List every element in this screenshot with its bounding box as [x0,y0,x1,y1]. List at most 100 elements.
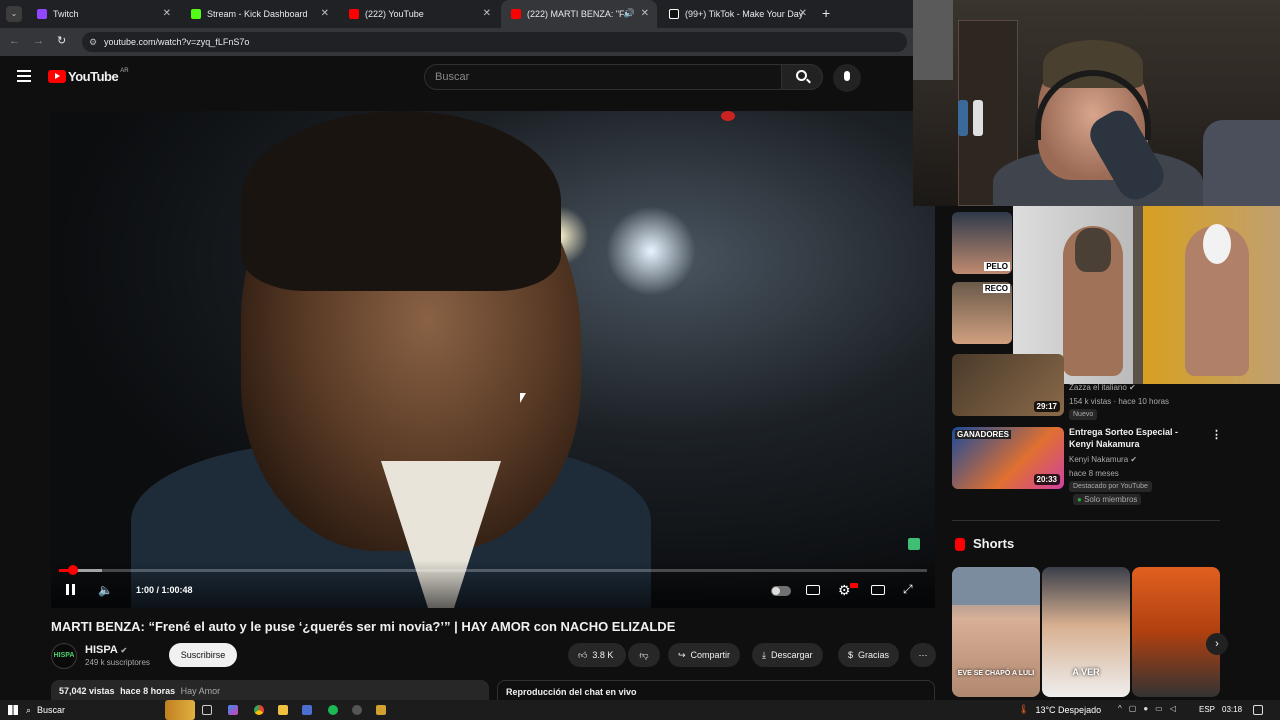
windows-start-icon[interactable] [8,705,18,715]
members-only-badge: ● Solo miembros [1073,494,1142,505]
close-icon[interactable]: ✕ [163,8,171,19]
thumb-text: GANADORES [955,430,1012,439]
tab-tiktok[interactable]: (99+) TikTok - Make Your Day ✕ [659,0,815,28]
forward-icon[interactable]: → [33,35,44,47]
pause-button[interactable] [66,584,75,598]
fullscreen-icon[interactable]: ⤢ [903,582,913,597]
tab-youtube[interactable]: (222) YouTube ✕ [339,0,499,28]
duration: 20:33 [1033,474,1060,485]
obs-icon[interactable] [352,705,362,715]
channel-avatar[interactable]: HISPA [51,643,77,669]
autoplay-toggle[interactable] [771,586,791,596]
channel-text: Zazza el italiano [1069,383,1127,392]
widget-icon[interactable] [165,700,195,720]
youtube-icon [511,9,521,19]
youtube-logo[interactable]: YouTube AR [48,68,129,84]
chevron-up-icon: ^ [1118,704,1122,713]
voice-search-button[interactable] [833,64,861,92]
verified-icon: ✔ [1129,383,1136,392]
store-icon[interactable] [302,705,312,715]
progress-bar[interactable] [59,565,927,575]
tab-label: (222) YouTube [365,9,424,19]
members-text: Solo miembros [1084,495,1138,504]
task-view-icon[interactable] [202,705,212,715]
thanks-button[interactable]: $ Gracias [838,643,900,667]
windows-taskbar: ⌕ Buscar 🌡︎ 13°C Despejado ^ ▢ ● ▭ ◁ ESP… [0,700,1280,720]
verified-icon: ✔ [1130,455,1138,464]
view-count: 57,042 vistas [59,686,115,696]
search-input[interactable]: Buscar [424,64,782,90]
video-meta: 154 k vistas · hace 10 horas [1069,397,1170,406]
video-title[interactable]: Entrega Sorteo Especial - Kenyi Nakamura [1069,426,1205,450]
close-icon[interactable]: ✕ [483,8,491,19]
copilot-icon[interactable] [228,705,238,715]
hashtag[interactable]: Hay Amor [181,686,221,696]
tab-marti-benza[interactable]: (222) MARTI BENZA: "Frené 🔊 ✕ [501,0,657,28]
sidebar-thumbnail[interactable]: RECO [952,282,1012,344]
site-info-icon[interactable]: ⚙ [89,32,97,52]
tab-twitch[interactable]: Twitch ✕ [27,0,179,28]
app-icon[interactable] [376,705,386,715]
video-player[interactable] [51,111,935,608]
tab-kick[interactable]: Stream - Kick Dashboard ✕ [181,0,337,28]
new-tab-button[interactable]: + [822,5,830,21]
video-thumbnail[interactable]: 29:17 [952,354,1064,416]
back-icon[interactable]: ← [9,35,20,47]
channel-name[interactable]: Kenyi Nakamura ✔ [1069,455,1137,464]
weather-widget[interactable]: 🌡︎ 13°C Despejado [1018,704,1101,715]
tab-search-button[interactable]: ⌄ [6,6,22,22]
menu-icon[interactable] [17,70,31,82]
chrome-icon[interactable] [254,705,264,715]
close-icon[interactable]: ✕ [641,8,649,19]
subtitles-icon[interactable] [806,585,820,595]
channel-name[interactable]: HISPA ✔ [85,644,127,656]
video-title: MARTI BENZA: “Frené el auto y le puse ‘¿… [51,619,676,634]
channel-name[interactable]: Zazza el italiano ✔ [1069,383,1136,392]
download-button[interactable]: ⤓ Descargar [752,643,823,667]
short-card[interactable]: EVE SE CHAPÓ A LULI [952,567,1040,697]
shorts-next-button[interactable]: › [1206,633,1228,655]
short-card[interactable]: A VER [1042,567,1130,697]
more-options-icon[interactable]: ⋮ [1211,428,1222,441]
shorts-heading: Shorts [973,536,1015,551]
streamer-webcam [913,0,1280,206]
clock[interactable]: 03:18 [1222,705,1242,714]
current-time: 1:00 [136,585,155,595]
taskbar-search[interactable]: ⌕ Buscar [26,702,166,718]
speaker-icon[interactable]: 🔊 [624,8,635,19]
address-bar[interactable]: ⚙ youtube.com/watch?v=zyq_fLFnS7o [82,32,907,52]
red-light [721,111,735,121]
video-overlay-icon[interactable] [908,538,920,550]
file-explorer-icon[interactable] [278,705,288,715]
search-icon: ⌕ [26,704,32,715]
search-button[interactable] [781,64,823,90]
cursor-icon [520,393,526,403]
theater-mode-icon[interactable] [871,585,885,595]
divider [952,520,1220,521]
subscribe-button[interactable]: Suscribirse [169,643,237,667]
new-badge: Nuevo [1069,409,1098,420]
pause-icon [66,584,69,595]
more-actions-button[interactable]: ⋯ [910,643,936,667]
dislike-button[interactable]: 👎︎ [628,643,660,667]
close-icon[interactable]: ✕ [799,8,807,19]
featured-badge: Destacado por YouTube [1069,481,1152,492]
share-button[interactable]: ↪ Compartir [668,643,741,667]
video-thumbnail[interactable]: GANADORES 20:33 [952,427,1064,489]
twitch-icon [37,9,47,19]
reload-icon[interactable]: ↻ [57,34,66,47]
tab-strip: ⌄ Twitch ✕ Stream - Kick Dashboard ✕ (22… [0,0,913,28]
close-icon[interactable]: ✕ [321,8,329,19]
like-count: 3.8 K [592,650,614,660]
spotify-icon[interactable] [328,705,338,715]
settings-icon[interactable]: ⚙ [838,582,851,599]
ghostface-mask [1203,224,1231,264]
thumbs-down-icon: 👎︎ [639,649,649,660]
notification-icon[interactable] [1253,705,1263,715]
language-indicator[interactable]: ESP [1199,705,1215,714]
sidebar-thumbnail[interactable]: PELO [952,212,1012,274]
like-button[interactable]: 👍︎ 3.8 K [568,643,626,667]
tray-icons[interactable]: ^ ▢ ● ▭ ◁ [1118,704,1176,713]
volume-button[interactable]: 🔈 [98,583,113,597]
short-card[interactable] [1132,567,1220,697]
